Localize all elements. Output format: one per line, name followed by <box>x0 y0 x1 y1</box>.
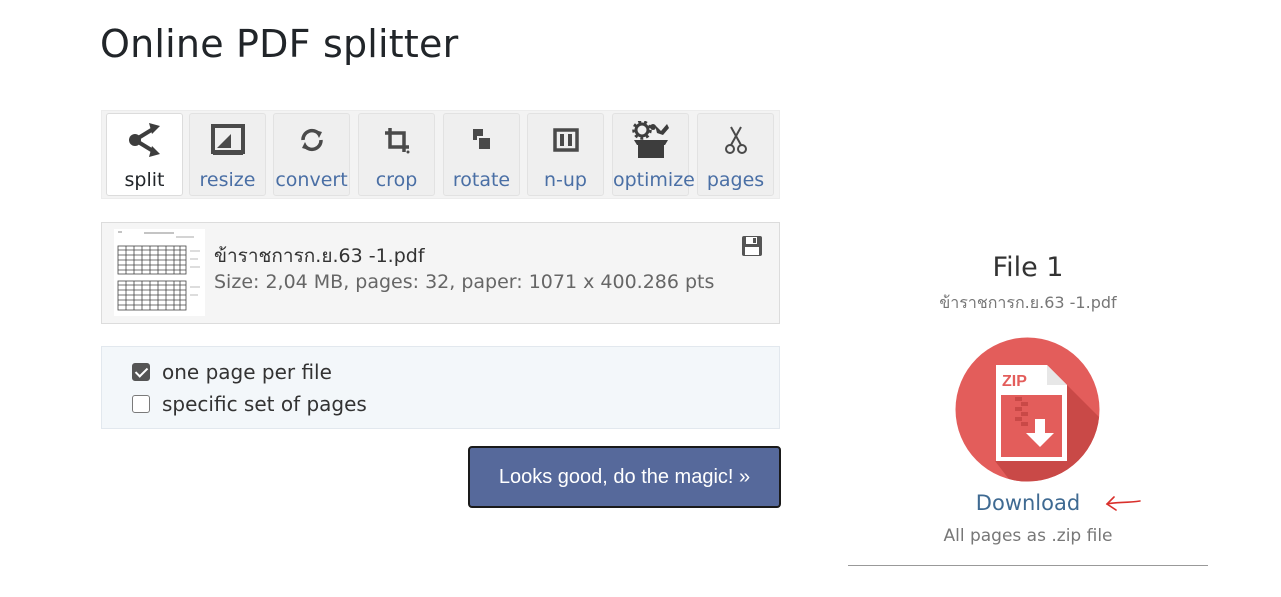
n-up-icon <box>528 122 603 158</box>
zip-file-icon[interactable]: ZIP <box>955 337 1100 482</box>
download-description: All pages as .zip file <box>943 526 1113 546</box>
split-options: one page per file specific set of pages <box>101 346 780 429</box>
tool-label: rotate <box>452 169 511 191</box>
download-link[interactable]: Download <box>848 491 1208 515</box>
specific-pages-checkbox[interactable] <box>132 395 150 413</box>
convert-icon <box>274 122 349 158</box>
page-title: Online PDF splitter <box>100 22 459 66</box>
floppy-disk-icon[interactable] <box>741 235 763 261</box>
pdf-thumbnail <box>114 229 205 316</box>
resize-icon <box>190 122 265 158</box>
result-title: File 1 <box>992 252 1064 283</box>
tool-label: crop <box>375 169 418 191</box>
tool-label: n-up <box>543 169 587 191</box>
tool-label: convert <box>275 169 348 191</box>
option-label: one page per file <box>162 360 332 384</box>
one-page-checkbox[interactable] <box>132 363 150 381</box>
tool-crop[interactable]: crop <box>358 113 435 196</box>
tool-split[interactable]: split <box>106 113 183 196</box>
tool-pages[interactable]: pages <box>697 113 774 196</box>
tool-n-up[interactable]: n-up <box>527 113 604 196</box>
arrow-left-annotation-icon <box>1104 494 1142 516</box>
tool-label: pages <box>706 169 765 191</box>
tool-toolbar: split resize convert crop rotate n-up op… <box>101 110 780 199</box>
optimize-icon <box>613 121 688 158</box>
do-the-magic-button[interactable]: Looks good, do the magic! » <box>468 446 781 508</box>
file-meta: Size: 2,04 MB, pages: 32, paper: 1071 x … <box>214 271 715 293</box>
tool-resize[interactable]: resize <box>189 113 266 196</box>
tool-rotate[interactable]: rotate <box>443 113 520 196</box>
tool-optimize[interactable]: optimize <box>612 113 695 196</box>
uploaded-file-card: ข้าราชการก.ย.63 -1.pdf Size: 2,04 MB, pa… <box>101 222 780 324</box>
divider <box>848 565 1208 566</box>
zip-label: ZIP <box>1002 373 1027 390</box>
tool-label: resize <box>199 169 256 191</box>
file-name: ข้าราชการก.ย.63 -1.pdf <box>214 245 425 267</box>
result-filename: ข้าราชการก.ย.63 -1.pdf <box>939 293 1117 312</box>
option-specific-pages[interactable]: specific set of pages <box>132 392 367 416</box>
tool-convert[interactable]: convert <box>273 113 350 196</box>
tool-label: optimize <box>613 169 695 191</box>
option-one-page-per-file[interactable]: one page per file <box>132 360 332 384</box>
split-icon <box>107 122 182 158</box>
tool-label: split <box>124 169 165 191</box>
option-label: specific set of pages <box>162 392 367 416</box>
scissors-icon <box>698 122 773 158</box>
rotate-icon <box>444 122 519 158</box>
crop-icon <box>359 122 434 158</box>
